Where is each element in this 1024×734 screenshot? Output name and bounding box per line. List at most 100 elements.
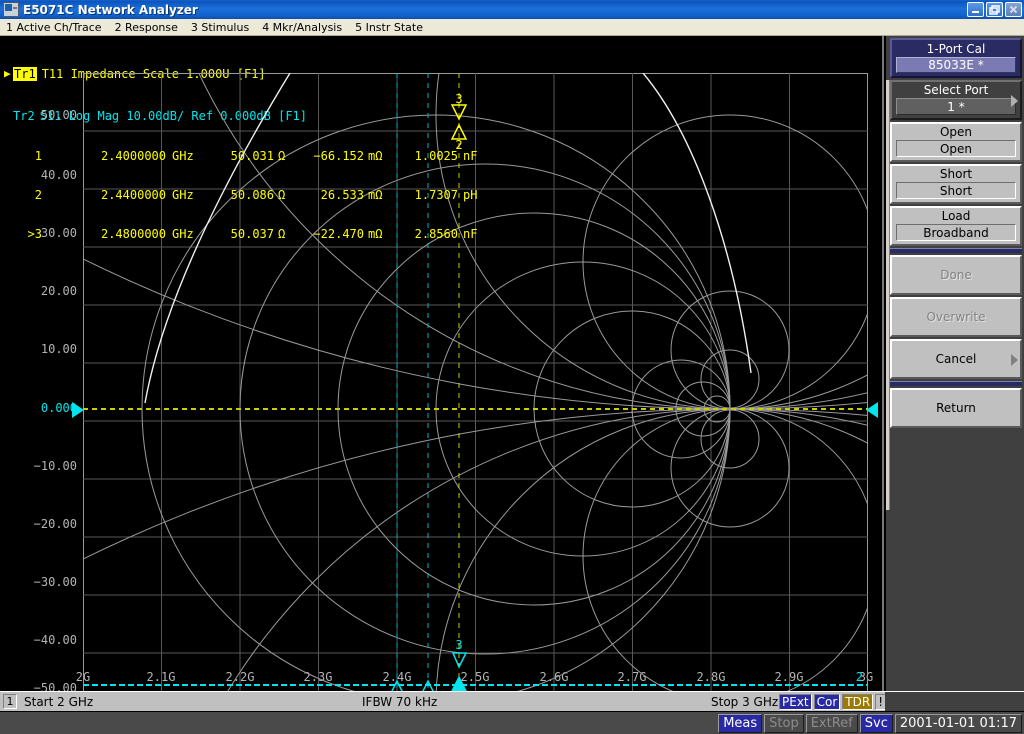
softkey-separator	[890, 381, 1022, 386]
restore-button[interactable]	[986, 2, 1003, 17]
softkey-header-1-port-cal[interactable]: 1-Port Cal 85033E *	[890, 38, 1022, 78]
marker-reactance-unit: mΩ	[368, 149, 383, 163]
softkey-overwrite: Overwrite	[890, 297, 1022, 337]
bottom-bar-items: Meas Stop ExtRef Svc 2001-01-01 01:17	[718, 714, 1022, 733]
minimize-icon	[972, 11, 979, 13]
softkey-title: Return	[936, 401, 976, 415]
softkey-load[interactable]: Load Broadband	[890, 206, 1022, 246]
restore-icon	[989, 5, 1000, 15]
logmag-marker-3-label: 3	[455, 638, 462, 652]
smith-x-arc	[435, 73, 868, 410]
softkey-title: Select Port	[923, 83, 989, 97]
marker-capacitance: 1.7307	[414, 188, 458, 202]
marker-frequency-unit: GHz	[172, 188, 194, 202]
softkey-value: Broadband	[896, 224, 1016, 241]
marker-resistance-unit: Ω	[278, 227, 286, 241]
marker-index: 2	[34, 188, 42, 202]
marker-resistance: 50.031	[230, 149, 274, 163]
status-bar: 1 Start 2 GHz IFBW 70 kHz Stop 3 GHz PEx…	[0, 691, 1024, 711]
softkey-title: Done	[940, 268, 972, 282]
status-flag-cor[interactable]: Cor	[813, 693, 841, 710]
softkey-done: Done	[890, 255, 1022, 295]
indicator-stop[interactable]: Stop	[764, 714, 804, 733]
workspace: ▶ Tr1 T11 Impedance Scale 1.000U [F1] Tr…	[0, 36, 1024, 722]
marker-frequency: 2.4000000	[100, 149, 166, 163]
network-analyzer-window: E5071C Network Analyzer 1 Active Ch/Trac…	[0, 0, 1024, 734]
marker-reactance: 26.533	[320, 188, 364, 202]
menu-response[interactable]: 2 Response	[109, 20, 185, 35]
smith-x-arc	[83, 408, 868, 560]
marker-row[interactable]: 2 2.4400000 GHz 50.086 Ω 26.533 mΩ 1.730…	[16, 189, 487, 202]
marker-frequency: 2.4800000	[100, 227, 166, 241]
softkey-separator	[890, 248, 1022, 253]
marker-resistance-unit: Ω	[278, 149, 286, 163]
softkey-title: Load	[941, 209, 971, 223]
marker-frequency: 2.4400000	[100, 188, 166, 202]
marker-frequency-unit: GHz	[172, 227, 194, 241]
softkey-header-title: 1-Port Cal	[926, 42, 986, 56]
graph-panel[interactable]: ▶ Tr1 T11 Impedance Scale 1.000U [F1] Tr…	[0, 36, 884, 722]
marker-capacitance-unit: nF	[463, 227, 478, 241]
smith-x-arc	[582, 408, 868, 699]
menu-stimulus[interactable]: 3 Stimulus	[185, 20, 256, 35]
indicator-svc[interactable]: Svc	[859, 714, 893, 733]
status-start-frequency[interactable]: Start 2 GHz	[24, 695, 93, 709]
indicator-extref[interactable]: ExtRef	[805, 714, 858, 733]
marker-row[interactable]: >3 2.4800000 GHz 50.037 Ω −22.470 mΩ 2.8…	[16, 228, 487, 241]
smith-marker-3-label: 3	[455, 92, 462, 106]
window-controls	[967, 2, 1022, 17]
status-ifbw[interactable]: IFBW 70 kHz	[362, 695, 437, 709]
marker-resistance: 50.037	[230, 227, 274, 241]
marker-capacitance: 1.0025	[414, 149, 458, 163]
softkey-title: Cancel	[935, 352, 977, 366]
menu-mkr-analysis[interactable]: 4 Mkr/Analysis	[256, 20, 349, 35]
softkey-value: Open	[896, 140, 1016, 157]
title-bar: E5071C Network Analyzer	[0, 0, 1024, 20]
window-title: E5071C Network Analyzer	[23, 2, 198, 17]
menu-instr-state[interactable]: 5 Instr State	[349, 20, 430, 35]
status-flag-tdr[interactable]: TDR	[842, 693, 874, 710]
marker-reactance-unit: mΩ	[368, 188, 383, 202]
trace-tr2-number-label: 2	[856, 670, 863, 684]
smith-x-arc	[582, 114, 868, 410]
marker-row[interactable]: 1 2.4000000 GHz 50.031 Ω −66.152 mΩ 1.00…	[16, 150, 487, 163]
softkey-select-port[interactable]: Select Port 1 *	[890, 80, 1022, 120]
marker-capacitance: 2.8560	[414, 227, 458, 241]
menu-bar: 1 Active Ch/Trace 2 Response 3 Stimulus …	[0, 19, 1024, 36]
status-right-filler	[885, 692, 1024, 711]
marker-reactance: −66.152	[313, 149, 364, 163]
chevron-right-icon	[1011, 95, 1018, 107]
softkey-return[interactable]: Return	[890, 388, 1022, 428]
marker-resistance-unit: Ω	[278, 188, 286, 202]
close-button[interactable]	[1005, 2, 1022, 17]
marker-readout-table: 1 2.4000000 GHz 50.031 Ω −66.152 mΩ 1.00…	[16, 124, 487, 267]
chevron-right-icon	[1011, 354, 1018, 366]
softkey-title: Overwrite	[926, 310, 986, 324]
status-channel-number[interactable]: 1	[3, 694, 17, 709]
menu-active-ch-trace[interactable]: 1 Active Ch/Trace	[0, 20, 109, 35]
status-flag-pext[interactable]: PExt	[779, 693, 812, 710]
softkey-value: Short	[896, 182, 1016, 199]
marker-frequency-unit: GHz	[172, 149, 194, 163]
analyzer-icon	[3, 2, 19, 17]
bottom-bar: Meas Stop ExtRef Svc 2001-01-01 01:17	[0, 711, 1024, 734]
status-stop-frequency[interactable]: Stop 3 GHz	[711, 695, 778, 709]
close-icon	[1009, 5, 1018, 14]
minimize-button[interactable]	[967, 2, 984, 17]
system-clock: 2001-01-01 01:17	[894, 714, 1022, 733]
softkey-header-value: 85033E *	[896, 57, 1016, 73]
indicator-meas[interactable]: Meas	[718, 714, 763, 733]
softkey-open[interactable]: Open Open	[890, 122, 1022, 162]
softkey-short[interactable]: Short Short	[890, 164, 1022, 204]
softkey-panel[interactable]: 1-Port Cal 85033E * Select Port 1 * Open…	[886, 36, 1024, 691]
softkey-value: 1 *	[896, 98, 1016, 115]
marker-reactance-unit: mΩ	[368, 227, 383, 241]
marker-index: 1	[34, 149, 42, 163]
smith-x-arc	[222, 408, 868, 699]
softkey-cancel[interactable]: Cancel	[890, 339, 1022, 379]
status-flags: PExt Cor TDR !	[779, 693, 887, 710]
smith-x-arc	[435, 408, 868, 699]
softkey-title: Short	[939, 167, 973, 181]
softkey-title: Open	[939, 125, 973, 139]
marker-resistance: 50.086	[230, 188, 274, 202]
